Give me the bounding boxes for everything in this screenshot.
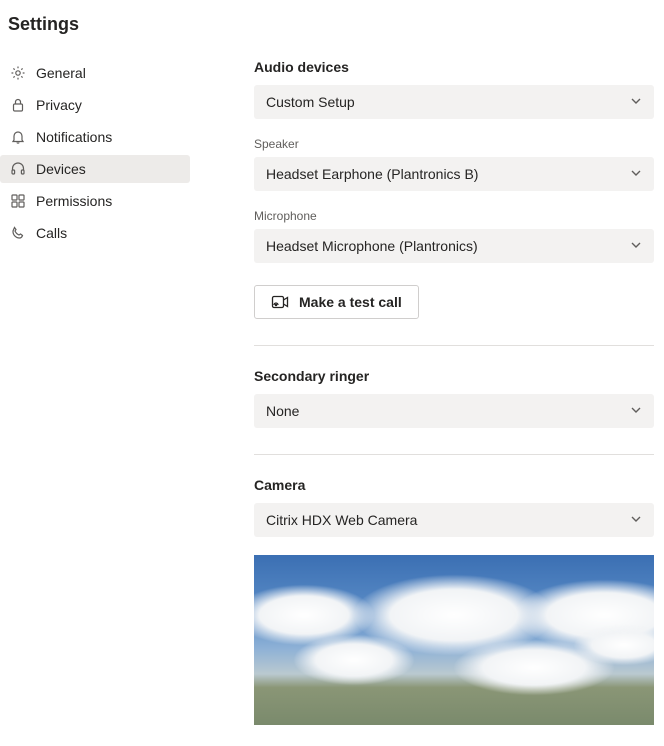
speaker-select[interactable]: Headset Earphone (Plantronics B) (254, 157, 654, 191)
section-divider (254, 454, 654, 455)
chevron-down-icon (630, 94, 642, 110)
bell-icon (10, 129, 26, 145)
sidebar-item-calls[interactable]: Calls (0, 219, 190, 247)
page-title: Settings (0, 0, 664, 35)
sidebar-item-label: Privacy (36, 97, 82, 113)
camera-heading: Camera (254, 477, 654, 493)
sidebar-item-label: Devices (36, 161, 86, 177)
sidebar-item-devices[interactable]: Devices (0, 155, 190, 183)
secondary-ringer-select[interactable]: None (254, 394, 654, 428)
section-divider (254, 345, 654, 346)
sidebar-item-label: Permissions (36, 193, 112, 209)
lock-icon (10, 97, 26, 113)
settings-sidebar: General Privacy Notifications Devices Pe… (0, 59, 190, 725)
devices-panel: Audio devices Custom Setup Speaker Heads… (190, 59, 664, 725)
camera-select[interactable]: Citrix HDX Web Camera (254, 503, 654, 537)
sidebar-item-privacy[interactable]: Privacy (0, 91, 190, 119)
sidebar-item-label: General (36, 65, 86, 81)
sidebar-item-label: Notifications (36, 129, 112, 145)
camera-preview (254, 555, 654, 725)
chevron-down-icon (630, 238, 642, 254)
phone-icon (10, 225, 26, 241)
speaker-value: Headset Earphone (Plantronics B) (266, 166, 478, 182)
secondary-ringer-value: None (266, 403, 299, 419)
apps-icon (10, 193, 26, 209)
chevron-down-icon (630, 403, 642, 419)
make-test-call-label: Make a test call (299, 294, 402, 310)
sidebar-item-label: Calls (36, 225, 67, 241)
chevron-down-icon (630, 512, 642, 528)
audio-setup-value: Custom Setup (266, 94, 355, 110)
audio-setup-select[interactable]: Custom Setup (254, 85, 654, 119)
microphone-label: Microphone (254, 209, 654, 223)
secondary-ringer-heading: Secondary ringer (254, 368, 654, 384)
headset-icon (10, 161, 26, 177)
test-call-icon (271, 294, 289, 310)
sidebar-item-general[interactable]: General (0, 59, 190, 87)
sidebar-item-permissions[interactable]: Permissions (0, 187, 190, 215)
sidebar-item-notifications[interactable]: Notifications (0, 123, 190, 151)
microphone-select[interactable]: Headset Microphone (Plantronics) (254, 229, 654, 263)
camera-value: Citrix HDX Web Camera (266, 512, 417, 528)
make-test-call-button[interactable]: Make a test call (254, 285, 419, 319)
speaker-label: Speaker (254, 137, 654, 151)
audio-devices-heading: Audio devices (254, 59, 654, 75)
microphone-value: Headset Microphone (Plantronics) (266, 238, 478, 254)
gear-icon (10, 65, 26, 81)
chevron-down-icon (630, 166, 642, 182)
